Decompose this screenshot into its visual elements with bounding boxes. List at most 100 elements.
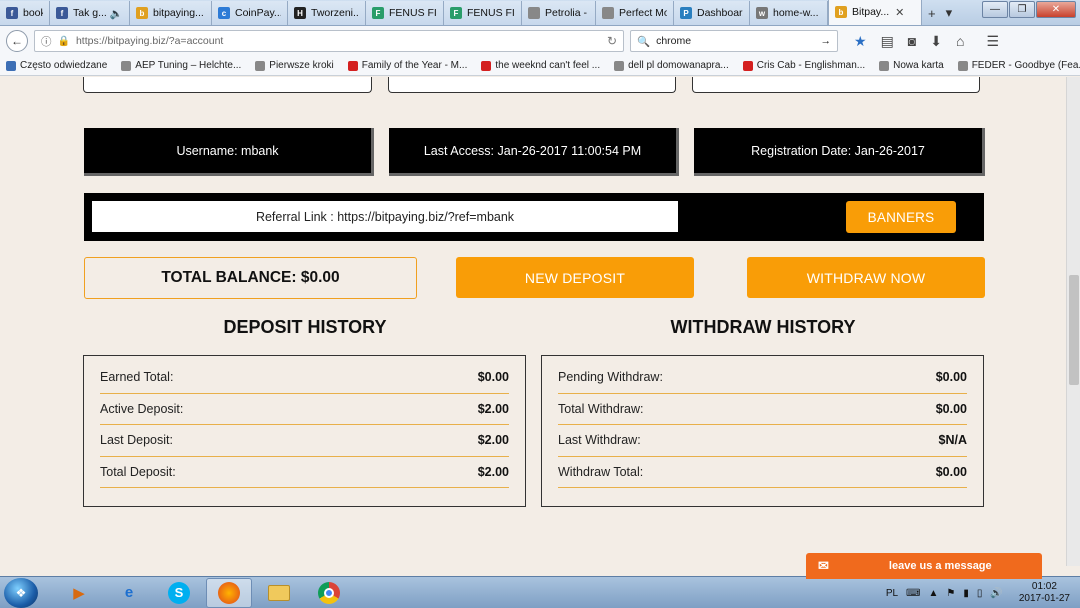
bookmark-item[interactable]: Family of the Year - M... <box>347 60 468 71</box>
bookmark-favicon-icon <box>6 60 16 71</box>
bookmark-favicon-icon <box>347 60 358 71</box>
bookmark-item[interactable]: Nowa karta <box>879 60 944 71</box>
bookmark-item[interactable]: AEP Tuning – Helchte... <box>121 60 241 71</box>
close-tab-icon[interactable]: ✕ <box>895 6 904 19</box>
withdraw-history-title: WITHDRAW HISTORY <box>670 317 856 337</box>
history-label: Withdraw Total: <box>558 464 644 479</box>
history-row: Last Deposit: $2.00 <box>100 425 509 457</box>
bookmark-item[interactable]: dell pl domowanapra... <box>614 60 729 71</box>
search-icon: 🔍 <box>637 35 651 48</box>
browser-tab[interactable]: c CoinPay... <box>212 1 288 25</box>
back-button[interactable]: ← <box>6 30 28 52</box>
search-value[interactable]: chrome <box>656 35 814 47</box>
deposit-history-title: DEPOSIT HISTORY <box>223 317 387 337</box>
download-icon[interactable]: ⬇ <box>930 33 942 50</box>
history-value: $2.00 <box>477 433 509 448</box>
withdraw-now-button[interactable]: WITHDRAW NOW <box>747 257 985 298</box>
bookmark-favicon-icon <box>481 60 492 71</box>
bookmark-favicon-icon <box>121 60 132 71</box>
url-text[interactable]: https://bitpaying.biz/?a=account <box>76 35 601 47</box>
language-indicator[interactable]: PL <box>886 588 898 599</box>
reload-icon[interactable]: ↻ <box>607 34 617 48</box>
bookmark-item[interactable]: Pierwsze kroki <box>255 60 334 71</box>
history-value: $0.00 <box>477 370 509 385</box>
bookmark-label: Family of the Year - M... <box>361 60 468 71</box>
tab-favicon-icon: f <box>56 7 68 19</box>
bookmark-label: FEDER - Goodbye (Fea... <box>971 60 1080 71</box>
tab-favicon-icon: F <box>372 7 384 19</box>
tab-favicon-icon: c <box>218 7 230 19</box>
clock[interactable]: 01:02 2017-01-27 <box>1019 581 1070 605</box>
scrollbar-thumb[interactable] <box>1069 275 1079 385</box>
pocket-icon[interactable]: ◙ <box>908 33 916 50</box>
firefox-icon[interactable] <box>206 577 252 608</box>
url-bar[interactable]: ⓘ 🔒 https://bitpaying.biz/?a=account ↻ <box>34 30 624 52</box>
reading-list-icon[interactable]: ▤ <box>881 33 894 50</box>
keyboard-icon[interactable]: ⌨ <box>906 588 920 599</box>
browser-tab[interactable]: H Tworzeni... <box>288 1 366 25</box>
bookmark-label: AEP Tuning – Helchte... <box>135 60 242 71</box>
history-label: Earned Total: <box>100 370 174 385</box>
close-window-button[interactable]: ✕ <box>1036 1 1076 18</box>
internet-explorer-icon[interactable]: e <box>106 578 152 608</box>
search-input[interactable]: 🔍 chrome → <box>630 30 838 52</box>
start-button[interactable]: ❖ <box>4 577 38 608</box>
username-box: Username: mbank <box>84 128 374 176</box>
browser-tab[interactable]: Petrolia - Con... <box>522 1 596 25</box>
bookmark-star-icon[interactable]: ★ <box>854 33 867 50</box>
bookmark-item[interactable]: Cris Cab - Englishman... <box>742 60 865 71</box>
tab-title: book <box>23 7 43 19</box>
tab-list-icon[interactable]: ▾ <box>946 5 953 21</box>
tab-title: FENUS FI... <box>389 7 437 19</box>
tab-favicon-icon: P <box>680 7 692 19</box>
tab-title: FENUS FI... <box>467 7 515 19</box>
bookmark-item[interactable]: the weeknd can't feel ... <box>481 60 600 71</box>
bookmark-item[interactable]: FEDER - Goodbye (Fea... <box>957 60 1080 71</box>
speaker-icon[interactable]: 🔈 <box>110 7 123 20</box>
history-value: $0.00 <box>935 370 967 385</box>
home-icon[interactable]: ⌂ <box>956 33 964 50</box>
flag-icon[interactable]: ⚑ <box>946 588 955 599</box>
browser-tab[interactable]: b bitpaying... <box>130 1 212 25</box>
new-tab-button[interactable]: + <box>928 6 936 21</box>
browser-tab[interactable]: fbook <box>0 1 50 25</box>
browser-tab[interactable]: b Bitpay... ✕ <box>828 0 922 25</box>
file-explorer-icon[interactable] <box>256 578 302 608</box>
lock-icon: 🔒 <box>57 35 70 47</box>
banners-button[interactable]: BANNERS <box>846 201 956 233</box>
restore-button[interactable]: ❐ <box>1009 1 1035 18</box>
info-icon[interactable]: ⓘ <box>41 34 52 49</box>
network-icon[interactable]: ▮ <box>963 588 969 599</box>
browser-tab[interactable]: w home-w... <box>750 1 828 25</box>
browser-tab[interactable]: P Dashboar... <box>674 1 750 25</box>
browser-tab[interactable]: F FENUS FI... <box>444 1 522 25</box>
volume-icon[interactable]: 🔊 <box>990 588 1002 599</box>
tab-title: home-w... <box>773 7 819 19</box>
tab-favicon-icon: H <box>294 7 306 19</box>
minimize-button[interactable]: — <box>982 1 1008 18</box>
power-icon[interactable]: ▯ <box>977 588 983 599</box>
menu-icon[interactable]: ☰ <box>986 33 999 50</box>
referral-link-field[interactable]: Referral Link : https://bitpaying.biz/?r… <box>92 201 678 232</box>
browser-tab[interactable]: F FENUS FI... <box>366 1 444 25</box>
page-scrollbar[interactable] <box>1066 77 1080 566</box>
media-player-icon[interactable]: ▶ <box>56 578 102 608</box>
history-label: Total Deposit: <box>100 464 176 479</box>
browser-tab[interactable]: Perfect Mone... <box>596 1 674 25</box>
tab-favicon-icon: F <box>450 7 462 19</box>
chat-widget-button[interactable]: ✉ leave us a message <box>806 553 1042 579</box>
chrome-icon[interactable] <box>306 578 352 608</box>
withdraw-history-box: Pending Withdraw: $0.00 Total Withdraw: $0.… <box>541 355 984 507</box>
search-go-icon[interactable]: → <box>821 35 832 47</box>
bookmark-label: Często odwiedzane <box>20 60 108 71</box>
new-deposit-button[interactable]: NEW DEPOSIT <box>456 257 694 298</box>
bookmark-item[interactable]: Często odwiedzane <box>6 60 107 71</box>
show-hidden-icons[interactable]: ▲ <box>928 588 938 599</box>
taskbar: ❖ ▶ e S PL ⌨ ▲ ⚑ ▮ ▯ 🔊 01:02 2017-01-27 <box>0 576 1080 608</box>
tab-bar: fbookfTak g...🔈bbitpaying...cCoinPay...H… <box>0 0 1080 26</box>
tab-title: Dashboar... <box>697 7 743 19</box>
skype-icon[interactable]: S <box>156 578 202 608</box>
history-label: Last Deposit: <box>100 433 173 448</box>
history-value: $N/A <box>938 433 967 448</box>
browser-tab[interactable]: f Tak g... 🔈 <box>50 1 130 25</box>
